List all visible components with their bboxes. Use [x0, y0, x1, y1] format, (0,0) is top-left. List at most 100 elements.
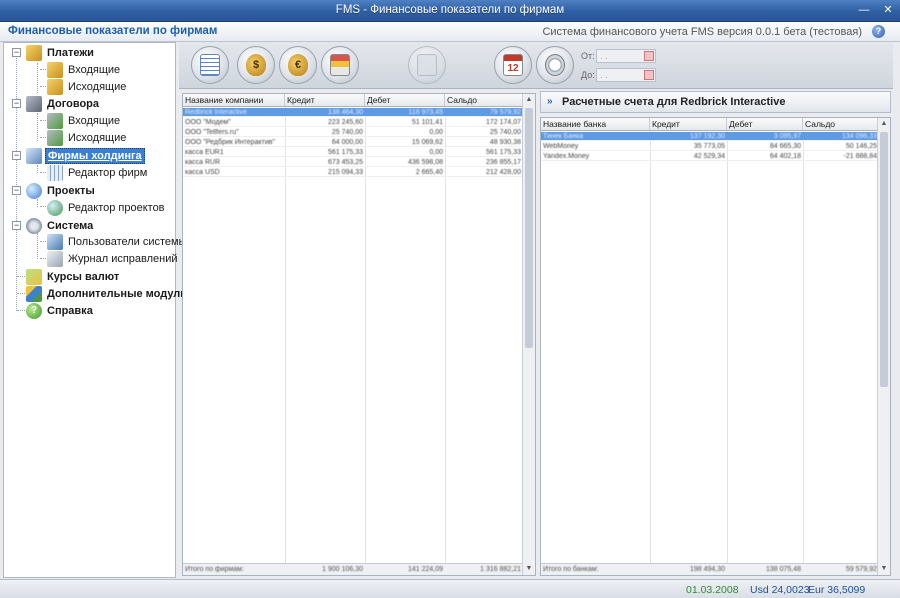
table-cell: 3 095,97: [773, 133, 801, 140]
expand-system-icon[interactable]: −: [12, 221, 21, 230]
table-row[interactable]: Тинек Банка 137 192,30 3 095,97 134 096,33: [541, 132, 879, 141]
tree-item-payments[interactable]: Платежи: [26, 44, 96, 61]
table-cell: 0,00: [429, 149, 443, 156]
date-from-label: От:: [581, 51, 595, 61]
accounts-scrollbar[interactable]: ▲ ▼: [877, 118, 890, 575]
table-cell: 15 069,62: [411, 139, 443, 146]
table-cell: ООО "Модем": [185, 119, 231, 126]
tree-item-contracts-outgoing[interactable]: Исходящие: [47, 129, 128, 146]
column-header[interactable]: Название компании: [183, 94, 285, 106]
column-header[interactable]: Сальдо: [803, 118, 879, 130]
close-icon[interactable]: ✕: [880, 3, 896, 18]
table-row[interactable]: ООО "Редбрик Интерактив" 64 000,00 15 069,…: [183, 138, 523, 147]
expand-payments-icon[interactable]: −: [12, 48, 21, 57]
tree-item-system-journal[interactable]: Журнал исправлений: [47, 250, 180, 267]
table-row[interactable]: ООО "Tellfers.ru" 25 740,00 0,00 25 740,00: [183, 128, 523, 137]
tree-item-projects[interactable]: Проекты: [26, 182, 97, 199]
tree-item-system-users[interactable]: Пользователи системы: [47, 233, 189, 250]
tree-item-extra-modules[interactable]: Дополнительные модули: [26, 285, 189, 302]
accounts-table: Название банка Кредит Дебет Сальдо Тинек…: [540, 117, 891, 576]
date-filter-button[interactable]: [536, 46, 574, 84]
table-row[interactable]: WebMoney 35 773,05 84 665,30 50 146,25: [541, 142, 879, 151]
tree-item-payments-outgoing[interactable]: Исходящие: [47, 78, 128, 95]
table-row[interactable]: Yandex.Money 42 529,34 64 402,18 -21 888,84: [541, 152, 879, 161]
help-icon[interactable]: ?: [872, 25, 885, 38]
money-bag-dollar-icon: $: [246, 54, 266, 76]
scroll-down-icon[interactable]: ▼: [523, 563, 535, 575]
calendar-picker-icon[interactable]: [644, 70, 654, 80]
table-cell: 2 665,40: [415, 169, 443, 176]
date-to-input[interactable]: . .: [596, 68, 656, 82]
minimize-icon[interactable]: —: [856, 3, 872, 18]
expand-contracts-icon[interactable]: −: [12, 99, 21, 108]
journal-icon: [47, 250, 63, 267]
expand-projects-icon[interactable]: −: [12, 186, 21, 195]
money-bag-euro-button[interactable]: €: [279, 46, 317, 84]
column-header[interactable]: Дебет: [365, 94, 445, 106]
tree-item-project-editor[interactable]: Редактор проектов: [47, 199, 167, 216]
table-cell: Yandex.Money: [543, 153, 590, 160]
accounts-totals-row: Итого по банкам: 198 494,30 138 075,48 5…: [541, 563, 879, 575]
table-cell: WebMoney: [543, 143, 579, 150]
date-from-input[interactable]: . .: [596, 49, 656, 63]
tree-item-help[interactable]: ? Справка: [26, 302, 95, 319]
scroll-down-icon[interactable]: ▼: [878, 563, 890, 575]
accounts-panel-title: Расчетные счета для Redbrick Interactive: [562, 96, 786, 108]
table-row[interactable]: касса USD 215 094,33 2 665,40 212 428,00: [183, 168, 523, 177]
tree-item-firm-editor[interactable]: Редактор фирм: [47, 164, 149, 181]
table-row[interactable]: касса RUR 673 453,25 436 598,08 236 855,17: [183, 158, 523, 167]
tree-item-contracts[interactable]: Договора: [26, 95, 101, 112]
table-cell: касса EUR1: [185, 149, 224, 156]
companies-table-header: Название компании Кредит Дебет Сальдо: [183, 94, 523, 107]
table-cell: 436 598,08: [407, 159, 443, 166]
modules-icon: [26, 285, 42, 302]
document-button[interactable]: [408, 46, 446, 84]
scroll-thumb[interactable]: [880, 132, 888, 387]
scroll-up-icon[interactable]: ▲: [878, 118, 890, 130]
navigation-tree: − Платежи Входящие Исходящие − Договора …: [3, 42, 187, 578]
calendar-icon: 12: [503, 54, 523, 76]
table-cell: касса RUR: [185, 159, 221, 166]
money-bag-dollar-button[interactable]: $: [237, 46, 275, 84]
collapse-chevron-icon[interactable]: »: [547, 96, 553, 107]
cabinet-out-icon: [47, 129, 63, 146]
table-cell: 64 000,00: [331, 139, 363, 146]
column-header[interactable]: Кредит: [285, 94, 365, 106]
table-row[interactable]: касса EUR1 561 175,33 0,00 561 175,33: [183, 148, 523, 157]
status-eur-rate: Eur 36,5099: [808, 584, 866, 596]
table-cell: -21 888,84: [843, 153, 877, 160]
table-row[interactable]: ООО "Модем" 223 245,60 51 101,41 172 174,07: [183, 118, 523, 127]
tree-item-contracts-incoming[interactable]: Входящие: [47, 112, 122, 129]
window-title: FMS - Финансовые показатели по фирмам: [335, 4, 565, 16]
gear-icon: [26, 217, 42, 234]
tree-item-holding-firms[interactable]: Фирмы холдинга: [26, 147, 145, 164]
table-cell: 138 464,30: [327, 109, 363, 116]
box-out-icon: [47, 78, 63, 95]
globe-edit-icon: [47, 199, 63, 216]
column-header[interactable]: Дебет: [727, 118, 803, 130]
column-header[interactable]: Кредит: [650, 118, 727, 130]
table-cell: 42 529,34: [693, 153, 725, 160]
calendar-button[interactable]: 12: [494, 46, 532, 84]
table-cell: Redbrick Interactive: [185, 109, 247, 116]
companies-scrollbar[interactable]: ▲ ▼: [522, 94, 535, 575]
table-row[interactable]: Redbrick Interactive 138 464,30 118 973,45…: [183, 108, 523, 117]
tree-item-currency-rates[interactable]: Курсы валют: [26, 268, 121, 285]
scroll-thumb[interactable]: [525, 108, 533, 348]
cards-icon: [330, 54, 350, 76]
table-cell: ООО "Tellfers.ru": [185, 129, 239, 136]
table-cell: 35 773,05: [693, 143, 725, 150]
calendar-picker-icon[interactable]: [644, 51, 654, 61]
report-button[interactable]: [191, 46, 229, 84]
accounts-panel-header[interactable]: » Расчетные счета для Redbrick Interacti…: [540, 91, 891, 113]
column-header[interactable]: Сальдо: [445, 94, 523, 106]
tree-item-payments-incoming[interactable]: Входящие: [47, 61, 122, 78]
expand-holding-icon[interactable]: −: [12, 151, 21, 160]
companies-table: Название компании Кредит Дебет Сальдо Re…: [182, 93, 536, 576]
scroll-up-icon[interactable]: ▲: [523, 94, 535, 106]
cards-button[interactable]: [321, 46, 359, 84]
box-in-icon: [47, 61, 63, 78]
column-header[interactable]: Название банка: [541, 118, 650, 130]
table-cell: 215 094,33: [327, 169, 363, 176]
tree-item-system[interactable]: Система: [26, 217, 95, 234]
